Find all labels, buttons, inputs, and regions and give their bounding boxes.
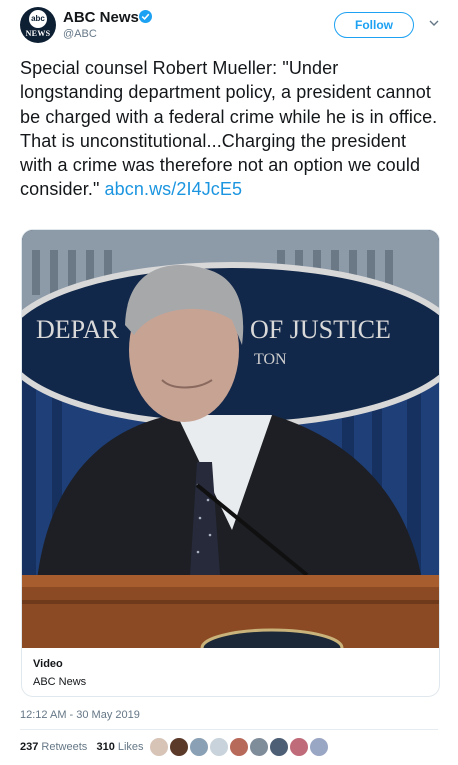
video-frame: DEPAR OF JUSTICE TON xyxy=(22,230,439,648)
abc-logo: abc xyxy=(29,10,47,28)
liker-avatar[interactable] xyxy=(288,736,310,758)
divider xyxy=(20,729,438,730)
liker-avatar[interactable] xyxy=(248,736,270,758)
tweet-text: Special counsel Robert Mueller: "Under l… xyxy=(20,56,440,202)
video-card[interactable]: DEPAR OF JUSTICE TON Video ABC News xyxy=(21,229,440,697)
seal-text-right: OF JUSTICE xyxy=(250,315,391,344)
card-title: Video xyxy=(33,658,63,670)
retweet-label[interactable]: Retweets xyxy=(41,741,87,753)
chevron-down-icon[interactable] xyxy=(428,17,440,29)
tweet-header: abc NEWS ABC News @ABC Follow xyxy=(0,0,458,52)
account-name[interactable]: ABC News xyxy=(63,9,139,26)
like-label[interactable]: Likes xyxy=(118,741,144,753)
tweet-link[interactable]: abcn.ws/2I4JcE5 xyxy=(105,179,243,199)
card-meta[interactable]: Video ABC News xyxy=(22,648,439,696)
liker-avatar[interactable] xyxy=(148,736,170,758)
tweet-stats: 237 Retweets 310 Likes xyxy=(20,741,144,753)
video-player[interactable]: DEPAR OF JUSTICE TON xyxy=(22,230,439,648)
seal-text-left: DEPAR xyxy=(36,315,120,344)
seal-text-small: TON xyxy=(254,351,287,368)
avatar[interactable]: abc NEWS xyxy=(20,7,56,43)
follow-button[interactable]: Follow xyxy=(334,12,414,38)
tweet-timestamp[interactable]: 12:12 AM - 30 May 2019 xyxy=(20,709,140,721)
liker-avatar[interactable] xyxy=(228,736,250,758)
news-logo-text: NEWS xyxy=(25,29,51,38)
like-count[interactable]: 310 xyxy=(96,741,114,753)
card-source: ABC News xyxy=(33,676,87,688)
liker-avatar[interactable] xyxy=(188,736,210,758)
liker-avatar[interactable] xyxy=(168,736,190,758)
liker-avatar[interactable] xyxy=(308,736,330,758)
account-handle[interactable]: @ABC xyxy=(63,28,97,40)
verified-badge-icon xyxy=(139,10,152,23)
retweet-count[interactable]: 237 xyxy=(20,741,38,753)
liker-avatar[interactable] xyxy=(208,736,230,758)
liker-avatar[interactable] xyxy=(268,736,290,758)
